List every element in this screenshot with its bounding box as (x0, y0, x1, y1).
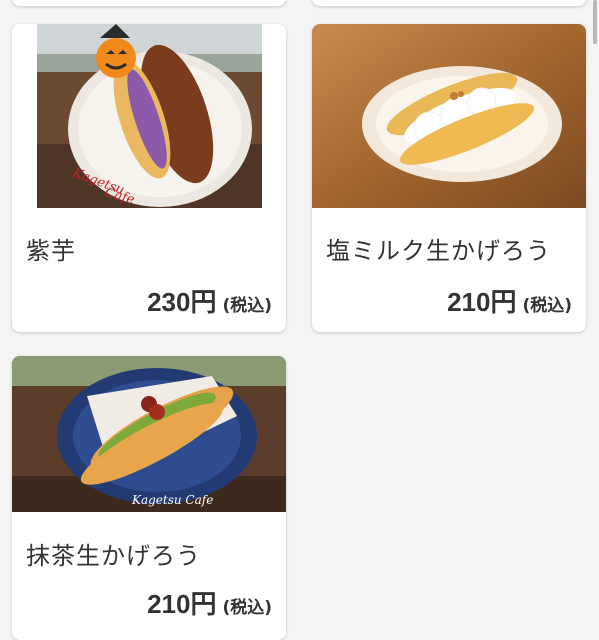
svg-text:Kagetsu Cafe: Kagetsu Cafe (131, 493, 213, 507)
product-price: 210円 (147, 589, 217, 619)
product-grid-page: Kagetsu Cafe 紫芋 230円 (税込) 塩ミルク生かげろう 210円… (0, 0, 599, 640)
price-row: 210円 (税込) (147, 584, 272, 621)
product-card-partial[interactable] (12, 0, 286, 6)
product-price: 210円 (447, 287, 517, 317)
product-card-shio-milk-kagerou[interactable]: 塩ミルク生かげろう 210円 (税込) (312, 24, 586, 332)
scrollbar[interactable] (593, 0, 597, 44)
tax-note: (税込) (522, 296, 572, 316)
product-card-partial[interactable] (312, 0, 586, 6)
product-card-matcha-kagerou[interactable]: Kagetsu Cafe 抹茶生かげろう 210円 (税込) (12, 356, 286, 640)
product-card-murasaki-imo[interactable]: Kagetsu Cafe 紫芋 230円 (税込) (12, 24, 286, 332)
product-name: 抹茶生かげろう (26, 542, 201, 570)
product-name: 塩ミルク生かげろう (326, 237, 551, 265)
tax-note: (税込) (222, 598, 272, 618)
shio-milk-kagerou-photo[interactable] (312, 24, 586, 208)
matcha-kagerou-photo[interactable]: Kagetsu Cafe (12, 356, 286, 512)
tax-note: (税込) (222, 296, 272, 316)
price-row: 230円 (税込) (147, 282, 272, 319)
murasaki-imo-eclair-photo[interactable]: Kagetsu Cafe (12, 24, 286, 208)
product-price: 230円 (147, 287, 217, 317)
product-name: 紫芋 (26, 237, 76, 265)
price-row: 210円 (税込) (447, 282, 572, 319)
